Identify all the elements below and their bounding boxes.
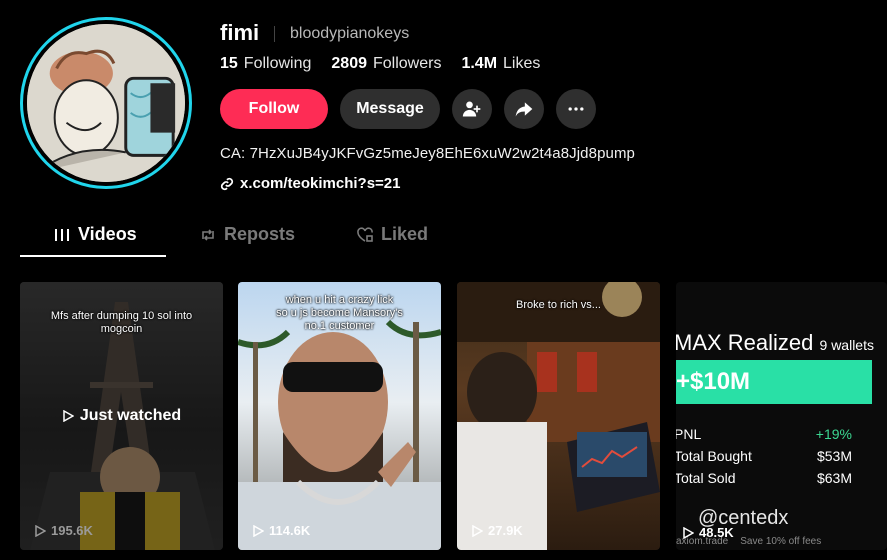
followers-label: Followers (372, 55, 442, 72)
play-icon (253, 524, 264, 537)
video-card[interactable]: MAX Realized 9 wallets +$10M PNL +19% Tot… (676, 282, 887, 550)
user-handle: bloodypianokeys (290, 25, 410, 42)
video-caption: Mfs after dumping 10 sol into mogcoin (50, 310, 193, 335)
likes-stat: 1.4M Likes (461, 55, 540, 73)
repost-icon (202, 228, 214, 241)
followers-stat[interactable]: 2809 Followers (331, 55, 441, 73)
play-icon (35, 524, 46, 537)
profile-actions: Follow Message (220, 89, 596, 129)
view-count: 195.6K (34, 523, 93, 538)
suggest-accounts-button[interactable] (452, 89, 492, 129)
share-icon (515, 102, 533, 117)
message-button[interactable]: Message (340, 89, 440, 129)
tab-liked-label: Liked (381, 224, 429, 244)
add-user-icon (462, 101, 481, 117)
follow-button[interactable]: Follow (220, 89, 328, 129)
pnl-row-label: Total Bought (676, 448, 752, 464)
bio-link[interactable]: x.com/teokimchi?s=21 (220, 175, 401, 192)
pnl-card-title: MAX Realized 9 wallets (676, 330, 874, 356)
bio-text: CA: 7HzXuJB4yJKFvGz5meJey8EhE6xuW2w2t4a8… (220, 145, 635, 162)
pnl-row: Total Bought $53M (676, 448, 852, 464)
likes-count: 1.4M (461, 55, 498, 72)
just-watched-text: Just watched (79, 407, 182, 424)
tab-videos[interactable]: Videos (54, 224, 137, 245)
profile-tabs: Videos Reposts Liked (20, 220, 887, 258)
play-icon (683, 526, 694, 539)
view-count: 27.9K (471, 523, 523, 538)
video-caption: Broke to rich vs... (516, 299, 601, 311)
pnl-row: PNL +19% (676, 426, 852, 442)
pnl-row-label: Total Sold (676, 470, 736, 486)
play-icon (472, 524, 483, 537)
following-label: Following (243, 55, 312, 72)
pnl-row-value: $63M (816, 470, 852, 486)
pnl-row-value: $53M (816, 448, 852, 464)
play-icon (63, 410, 74, 422)
view-count-text: 27.9K (488, 523, 523, 538)
tab-reposts[interactable]: Reposts (200, 224, 295, 245)
likes-label: Likes (503, 55, 541, 72)
following-stat[interactable]: 15 Following (220, 55, 311, 73)
view-count: 48.5K (682, 525, 734, 540)
video-card[interactable]: Broke to rich vs... 27.9K (457, 282, 660, 550)
more-icon (568, 107, 584, 111)
video-card[interactable]: when u hit a crazy lick so u js become M… (238, 282, 441, 550)
view-count: 114.6K (252, 523, 310, 538)
active-tab-indicator (20, 255, 166, 257)
heart-lock-icon (357, 226, 373, 242)
avatar-image (27, 24, 185, 182)
profile-stats: 15 Following 2809 Followers 1.4M Likes (220, 55, 540, 73)
promo-text: Save 10% off fees (740, 536, 822, 547)
view-count-text: 195.6K (51, 523, 93, 538)
tab-liked[interactable]: Liked (357, 224, 428, 245)
video-caption: when u hit a crazy lick so u js become M… (276, 294, 403, 332)
pnl-title-suffix: 9 wallets (819, 337, 874, 353)
pnl-row: Total Sold $63M (676, 470, 852, 486)
link-icon (220, 177, 234, 190)
share-button[interactable] (504, 89, 544, 129)
pnl-title-text: MAX Realized (676, 330, 814, 355)
name-divider (274, 26, 275, 42)
just-watched-label: Just watched (20, 407, 223, 425)
video-card[interactable]: Mfs after dumping 10 sol into mogcoin Ju… (20, 282, 223, 550)
pnl-row-label: PNL (676, 426, 702, 442)
username: fimi (220, 20, 260, 45)
pnl-amount-bar: +$10M (676, 360, 872, 404)
bio-link-text: x.com/teokimchi?s=21 (240, 175, 401, 192)
followers-count: 2809 (331, 55, 367, 72)
following-count: 15 (220, 55, 238, 72)
tab-videos-label: Videos (78, 224, 137, 244)
pnl-row-value: +19% (815, 426, 852, 442)
grid-icon (55, 228, 69, 241)
restaurant-laptop-thumbnail (457, 282, 660, 550)
view-count-text: 48.5K (699, 525, 734, 540)
more-options-button[interactable] (556, 89, 596, 129)
view-count-text: 114.6K (269, 523, 311, 538)
tab-reposts-label: Reposts (224, 224, 296, 244)
profile-avatar[interactable] (20, 17, 192, 189)
